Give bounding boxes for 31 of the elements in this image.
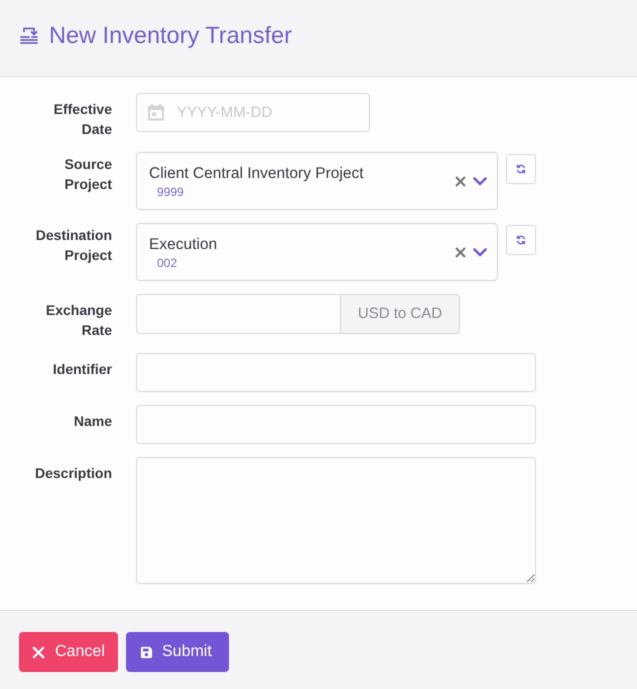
currency-pair-addon: USD to CAD <box>341 294 460 334</box>
clear-icon[interactable] <box>455 246 466 258</box>
field-label: Name <box>72 412 112 431</box>
text-input[interactable] <box>136 353 536 392</box>
close-icon <box>32 646 45 658</box>
submit-button[interactable]: Submit <box>126 632 229 672</box>
refresh-button[interactable] <box>506 154 536 184</box>
field-label: Destination Project <box>34 226 112 265</box>
selected-project: Execution <box>149 234 218 254</box>
transfer-icon <box>20 26 38 44</box>
project-code: 9999 <box>157 184 184 200</box>
field-label: Exchange Rate <box>44 301 112 340</box>
page-title: New Inventory Transfer <box>49 21 292 49</box>
cancel-button[interactable]: Cancel <box>19 632 118 672</box>
text-input[interactable] <box>136 405 536 444</box>
field-label: Identifier <box>52 360 112 379</box>
field-label: Source Project <box>64 155 112 194</box>
chevron-down-icon[interactable] <box>473 248 487 256</box>
field-label: Description <box>34 464 112 483</box>
project-select[interactable]: Client Central Inventory Project 9999 <box>136 152 498 210</box>
selected-project: Client Central Inventory Project <box>149 164 364 184</box>
exchange-rate-input[interactable] <box>136 294 341 334</box>
refresh-icon <box>516 164 526 174</box>
field-label: Effective Date <box>52 100 112 139</box>
calendar-icon <box>148 104 164 121</box>
chevron-down-icon[interactable] <box>473 176 487 186</box>
clear-icon[interactable] <box>455 176 466 186</box>
refresh-icon <box>516 235 526 245</box>
refresh-button[interactable] <box>506 225 536 255</box>
project-code: 002 <box>157 254 178 272</box>
project-select[interactable]: Execution 002 <box>136 223 498 281</box>
